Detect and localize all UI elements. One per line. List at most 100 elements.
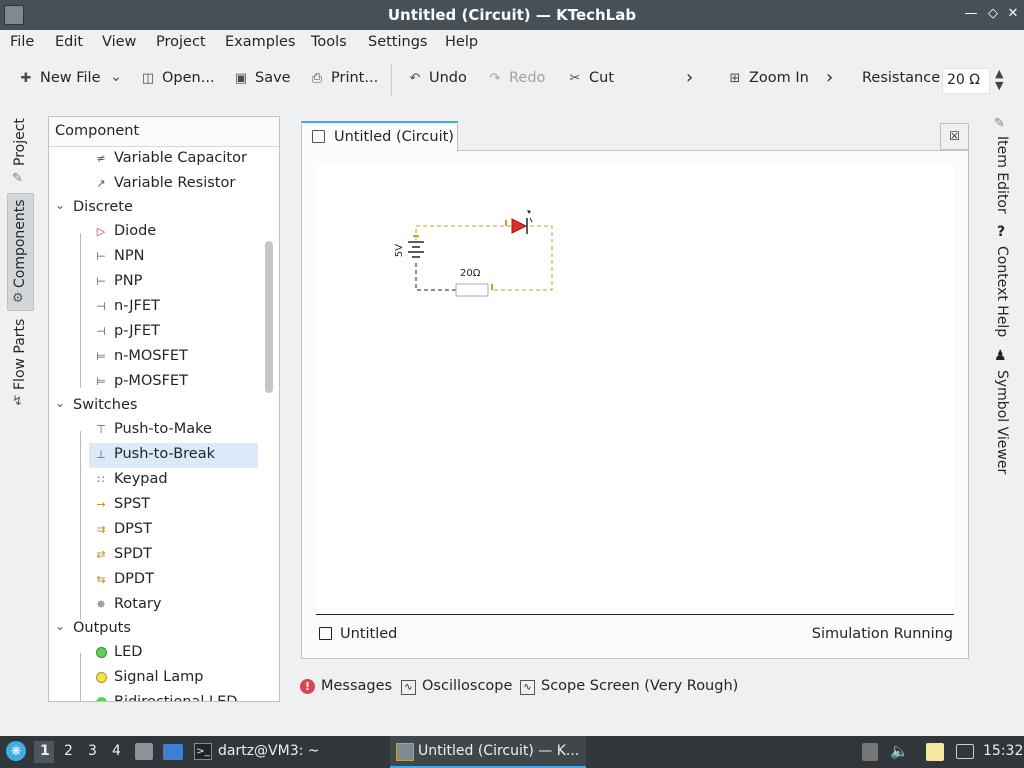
tree-item-pnp[interactable]: ⊢ PNP	[49, 270, 259, 295]
tree-item-label: Signal Lamp	[114, 669, 204, 685]
new-file-dropdown-icon[interactable]: ⌄	[110, 69, 122, 91]
clipboard-icon[interactable]	[862, 743, 878, 761]
toolbar-more-2-icon[interactable]: ›	[826, 67, 833, 89]
minimize-icon[interactable]: —	[962, 5, 980, 23]
expand-icon[interactable]: ⌄	[55, 619, 65, 633]
menu-file[interactable]: File	[10, 34, 34, 50]
tree-item-p-jfet[interactable]: ⊣ p-JFET	[49, 320, 259, 345]
toolbar-more-icon[interactable]: ›	[686, 67, 693, 89]
menu-tools[interactable]: Tools	[311, 34, 347, 50]
dock-tab-messages[interactable]: ! Messages	[300, 678, 392, 694]
new-file-label: New File	[40, 70, 101, 86]
tree-item-label: Rotary	[114, 596, 162, 612]
resistor-symbol[interactable]	[455, 283, 493, 297]
volume-icon[interactable]: 🔈	[890, 742, 909, 760]
taskbar-terminal[interactable]: dartz@VM3: ~	[218, 743, 320, 759]
dock-tab-flow-parts[interactable]: Flow Parts	[12, 319, 28, 390]
taskbar-active-window[interactable]: Untitled (Circuit) — K...	[418, 743, 579, 759]
desktop-icon[interactable]	[163, 744, 183, 760]
dock-tab-symbol-viewer[interactable]: Symbol Viewer	[994, 370, 1010, 474]
start-menu-icon[interactable]: ❋	[6, 741, 26, 761]
tree-item-p-mosfet[interactable]: ⊨ p-MOSFET	[49, 370, 259, 395]
tree-group-label: Outputs	[73, 620, 131, 636]
expand-icon[interactable]: ⌄	[55, 396, 65, 410]
resistance-spinbox[interactable]: 20 Ω	[942, 68, 990, 94]
tree-item-dpst[interactable]: ⇉ DPST	[49, 518, 259, 543]
close-icon[interactable]: ✕	[1004, 5, 1022, 23]
tree-item-label: DPDT	[114, 571, 154, 587]
print-button[interactable]: ⎙ Print...	[309, 70, 378, 92]
tree-item-bidirectional-led[interactable]: Bidirectional LED	[49, 691, 259, 701]
tree-item-diode[interactable]: ▷ Diode	[49, 220, 259, 245]
menu-examples[interactable]: Examples	[225, 34, 295, 50]
network-icon[interactable]	[956, 744, 974, 759]
spinbox-arrows-icon[interactable]: ▲ ▼	[995, 68, 1003, 92]
notes-icon[interactable]	[926, 743, 944, 761]
close-tab-icon[interactable]: ☒	[940, 123, 969, 150]
tree-item-n-jfet[interactable]: ⊣ n-JFET	[49, 295, 259, 320]
tree-item-push-to-make[interactable]: ⊤ Push-to-Make	[49, 418, 259, 443]
dock-tab-components[interactable]: Components	[12, 198, 28, 288]
tree-item-dpdt[interactable]: ⇆ DPDT	[49, 568, 259, 593]
tree-item-n-mosfet[interactable]: ⊨ n-MOSFET	[49, 345, 259, 370]
wire-right[interactable]	[492, 225, 553, 291]
zoom-in-label: Zoom In	[749, 70, 809, 86]
document-tab[interactable]: Untitled (Circuit)	[301, 121, 458, 152]
tree-item-led[interactable]: LED	[49, 641, 259, 666]
menu-settings[interactable]: Settings	[368, 34, 427, 50]
dock-tab-label: Messages	[321, 678, 393, 694]
n-jfet-icon: ⊣	[96, 300, 106, 313]
desktop-4[interactable]: 4	[112, 743, 121, 759]
menu-help[interactable]: Help	[445, 34, 478, 50]
expand-icon[interactable]: ⌄	[55, 198, 65, 212]
menu-edit[interactable]: Edit	[55, 34, 83, 50]
dock-tab-context-help[interactable]: Context Help	[994, 246, 1010, 338]
circuit-canvas[interactable]: 5V 20Ω	[316, 166, 954, 614]
file-manager-icon[interactable]	[135, 743, 153, 760]
tree-item-push-to-break[interactable]: ⊥ Push-to-Break	[89, 443, 258, 468]
dock-tab-oscilloscope[interactable]: ∿ Oscilloscope	[401, 678, 512, 695]
tree-item-variable-capacitor[interactable]: ≠ Variable Capacitor	[49, 147, 259, 172]
messages-icon: !	[300, 679, 315, 694]
open-button[interactable]: ◫ Open...	[140, 70, 215, 92]
dock-tab-project[interactable]: Project	[12, 116, 28, 166]
new-file-button[interactable]: ✚ New File	[18, 70, 101, 92]
redo-button[interactable]: ↷ Redo	[487, 70, 546, 92]
spdt-icon: ⇄	[96, 548, 106, 561]
tree-group-outputs[interactable]: ⌄ Outputs	[49, 617, 259, 642]
oscilloscope-icon: ∿	[401, 680, 416, 695]
component-scrollbar[interactable]	[265, 241, 273, 393]
dock-tab-scope-screen[interactable]: ∿ Scope Screen (Very Rough)	[520, 678, 738, 695]
redo-icon: ↷	[489, 71, 501, 86]
led-icon	[93, 645, 109, 661]
undo-button[interactable]: ↶ Undo	[407, 70, 467, 92]
desktop-2[interactable]: 2	[64, 743, 73, 759]
open-label: Open...	[162, 70, 215, 86]
diode-symbol[interactable]	[505, 210, 533, 234]
tree-item-label: PNP	[114, 273, 143, 289]
tree-item-keypad[interactable]: ∷ Keypad	[49, 468, 259, 493]
cut-button[interactable]: ✂ Cut	[567, 70, 614, 92]
wire-bottom[interactable]	[415, 262, 456, 291]
wire-top[interactable]	[415, 225, 516, 240]
zoom-in-button[interactable]: ⊞ Zoom In	[727, 70, 809, 92]
tree-group-discrete[interactable]: ⌄ Discrete	[49, 196, 259, 221]
tree-item-npn[interactable]: ⊢ NPN	[49, 245, 259, 270]
menu-view[interactable]: View	[102, 34, 136, 50]
dock-tab-item-editor[interactable]: Item Editor	[994, 136, 1010, 216]
menu-project[interactable]: Project	[156, 34, 206, 50]
desktop-3[interactable]: 3	[88, 743, 97, 759]
redo-label: Redo	[509, 70, 546, 86]
tree-item-spdt[interactable]: ⇄ SPDT	[49, 543, 259, 568]
tree-item-rotary[interactable]: ✵ Rotary	[49, 593, 259, 618]
tree-item-signal-lamp[interactable]: Signal Lamp	[49, 666, 259, 691]
tree-item-variable-resistor[interactable]: ↗ Variable Resistor	[49, 172, 259, 197]
tree-item-spst[interactable]: → SPST	[49, 493, 259, 518]
scope-screen-icon: ∿	[520, 680, 535, 695]
signal-lamp-icon	[93, 670, 109, 686]
tree-group-switches[interactable]: ⌄ Switches	[49, 394, 259, 419]
restore-icon[interactable]: ◇	[984, 5, 1002, 23]
save-button[interactable]: ▣ Save	[233, 70, 291, 92]
desktop-1[interactable]: 1	[40, 743, 50, 759]
tree-group-label: Switches	[73, 397, 138, 413]
